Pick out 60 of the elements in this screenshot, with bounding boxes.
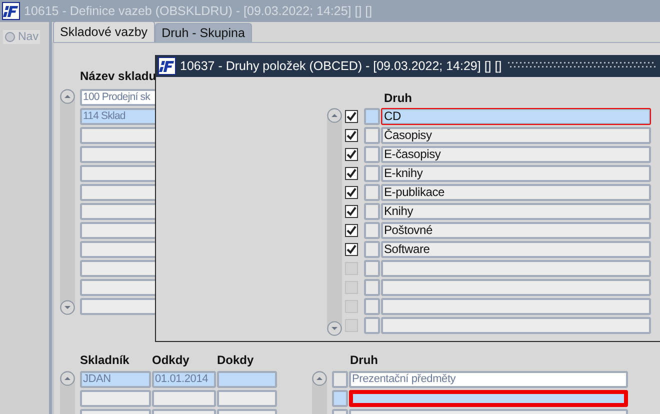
- checkbox[interactable]: [345, 224, 358, 237]
- scroll-up-button[interactable]: [312, 371, 327, 386]
- scrollbar[interactable]: [312, 371, 327, 414]
- row-selector[interactable]: [332, 390, 348, 407]
- checkbox[interactable]: [345, 129, 358, 142]
- row-selector[interactable]: [364, 260, 380, 277]
- scrollbar[interactable]: [60, 89, 75, 315]
- scrollbar[interactable]: [327, 108, 342, 336]
- row-selector[interactable]: [364, 108, 380, 125]
- tab[interactable]: Druh - Skupina: [154, 23, 252, 42]
- type-field[interactable]: Poštovné: [381, 222, 651, 239]
- checkbox[interactable]: [345, 243, 358, 256]
- table-cell[interactable]: [80, 390, 151, 407]
- column-header: Dokdy: [217, 353, 255, 367]
- row-selector[interactable]: [364, 203, 380, 220]
- row-selector[interactable]: [364, 222, 380, 239]
- tab[interactable]: Skladové vazby: [53, 21, 155, 42]
- type-field[interactable]: [381, 298, 651, 315]
- scrollbar[interactable]: [60, 371, 75, 414]
- type-field[interactable]: [381, 260, 651, 277]
- checkbox[interactable]: [345, 167, 358, 180]
- dialog-title: 10637 - Druhy položek (OBCED) - [09.03.2022; 14:29] [] []: [180, 59, 502, 73]
- row-selector[interactable]: [364, 241, 380, 258]
- column-header: Odkdy: [152, 353, 190, 367]
- scroll-up-button[interactable]: [60, 371, 75, 386]
- row-selector[interactable]: [364, 317, 380, 334]
- scroll-down-button[interactable]: [60, 300, 75, 315]
- column-header: Druh: [384, 91, 412, 105]
- row-selector[interactable]: [364, 298, 380, 315]
- type-field[interactable]: [381, 317, 651, 334]
- checkbox[interactable]: [345, 205, 358, 218]
- type-field[interactable]: E-knihy: [381, 165, 651, 182]
- row-selector[interactable]: [364, 165, 380, 182]
- type-field[interactable]: Knihy: [381, 203, 651, 220]
- type-field[interactable]: E-časopisy: [381, 146, 651, 163]
- row-selector[interactable]: [332, 371, 348, 388]
- type-field[interactable]: [381, 279, 651, 296]
- type-field[interactable]: Prezentační předměty: [349, 371, 628, 388]
- column-header: Druh: [350, 353, 378, 367]
- table-cell[interactable]: [152, 390, 216, 407]
- checkbox[interactable]: [345, 186, 358, 199]
- type-field[interactable]: CD: [381, 108, 651, 125]
- checkbox[interactable]: [345, 110, 358, 123]
- checkbox[interactable]: [345, 148, 358, 161]
- row-selector[interactable]: [364, 184, 380, 201]
- app-logo-icon: [158, 57, 176, 75]
- scroll-down-button[interactable]: [327, 321, 342, 336]
- column-header: Název skladu: [80, 69, 156, 83]
- column-header: Skladník: [80, 353, 130, 367]
- type-field[interactable]: Software: [381, 241, 651, 258]
- row-selector[interactable]: [364, 127, 380, 144]
- scroll-up-button[interactable]: [60, 89, 75, 104]
- window-title: 10615 - Definice vazeb (OBSKLDRU) - [09.03.2022; 14:25] [] []: [24, 4, 372, 18]
- app-logo-icon: [2, 2, 20, 20]
- type-field[interactable]: E-publikace: [381, 184, 651, 201]
- table-cell[interactable]: [217, 371, 277, 388]
- table-cell[interactable]: [217, 390, 277, 407]
- row-selector[interactable]: [364, 146, 380, 163]
- type-field[interactable]: [349, 390, 628, 407]
- row-selector[interactable]: [364, 279, 380, 296]
